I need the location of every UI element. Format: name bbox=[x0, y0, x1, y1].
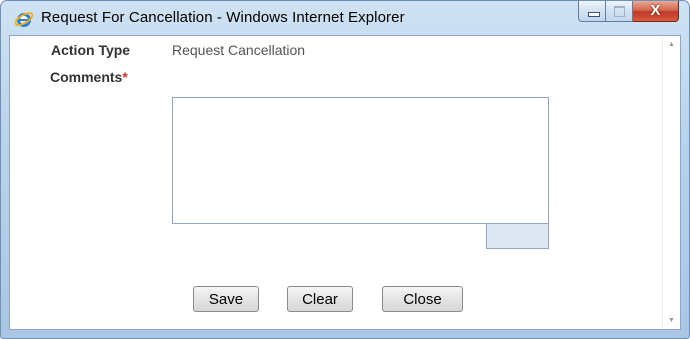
browser-popup-window: Request For Cancellation - Windows Inter… bbox=[0, 0, 690, 339]
window-title: Request For Cancellation - Windows Inter… bbox=[41, 9, 405, 26]
window-bottom-border bbox=[1, 330, 689, 338]
minimize-icon bbox=[588, 12, 600, 17]
maximize-button[interactable] bbox=[606, 1, 633, 22]
comments-textarea[interactable] bbox=[172, 97, 549, 224]
close-icon: X bbox=[650, 2, 661, 19]
page-content: Action Type Request Cancellation Comment… bbox=[9, 35, 681, 330]
vertical-scrollbar[interactable]: ▲ ▼ bbox=[662, 36, 680, 329]
save-button[interactable]: Save bbox=[193, 286, 259, 312]
comments-label-text: Comments bbox=[50, 69, 123, 85]
scroll-up-arrow-icon[interactable]: ▲ bbox=[663, 36, 680, 53]
maximize-icon bbox=[614, 6, 625, 17]
action-type-value: Request Cancellation bbox=[172, 42, 306, 58]
comments-label: Comments* bbox=[50, 69, 128, 85]
comments-character-counter bbox=[486, 223, 549, 249]
required-marker: * bbox=[122, 69, 128, 85]
caption-buttons: X bbox=[578, 1, 679, 23]
title-bar[interactable]: Request For Cancellation - Windows Inter… bbox=[1, 1, 689, 35]
scroll-down-arrow-icon[interactable]: ▼ bbox=[663, 312, 680, 329]
minimize-button[interactable] bbox=[578, 1, 606, 22]
internet-explorer-icon bbox=[14, 9, 34, 29]
close-window-button[interactable]: X bbox=[633, 1, 679, 22]
clear-button[interactable]: Clear bbox=[287, 286, 353, 312]
action-type-label: Action Type bbox=[51, 42, 131, 58]
close-button[interactable]: Close bbox=[382, 286, 463, 312]
